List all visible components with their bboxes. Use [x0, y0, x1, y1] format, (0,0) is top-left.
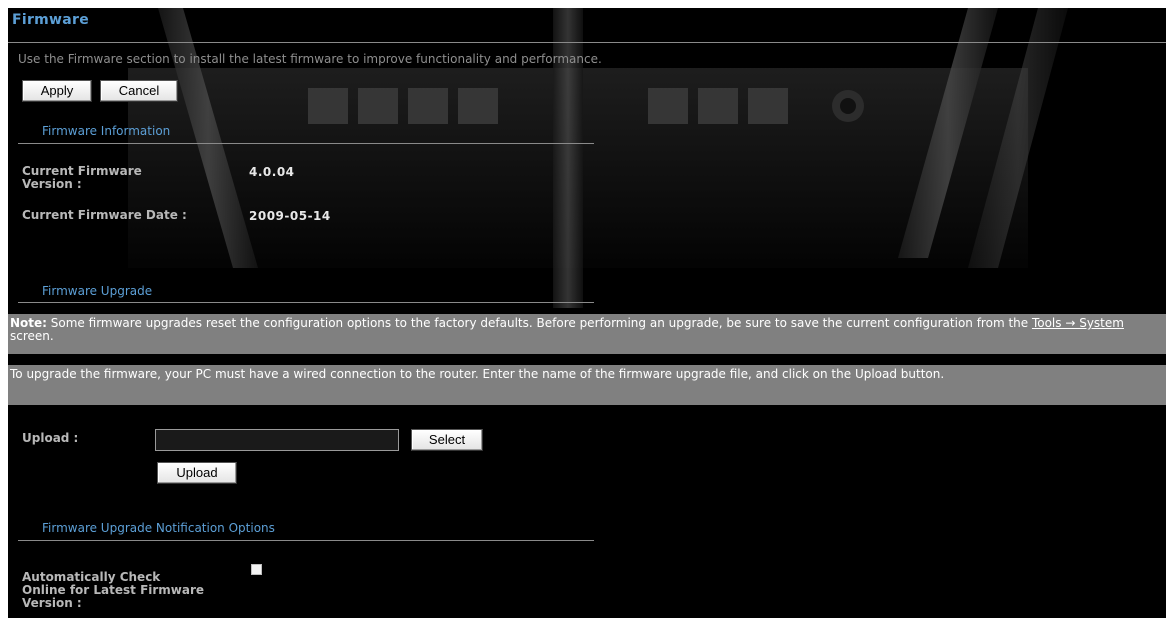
title-divider — [8, 42, 1166, 43]
note-suffix: screen. — [10, 329, 54, 343]
apply-button[interactable]: Apply — [22, 80, 92, 102]
auto-check-label: Automatically Check Online for Latest Fi… — [22, 571, 204, 610]
firmware-information-divider — [18, 143, 594, 144]
firmware-information-heading: Firmware Information — [42, 124, 171, 138]
upload-button[interactable]: Upload — [157, 462, 237, 484]
upgrade-instructions: To upgrade the firmware, your PC must ha… — [8, 365, 1166, 405]
notification-options-divider — [18, 540, 594, 541]
firmware-content: Firmware Use the Firmware section to ins… — [8, 8, 1166, 618]
auto-check-label-line3: Version : — [22, 596, 82, 610]
notification-options-heading: Firmware Upgrade Notification Options — [42, 521, 275, 535]
upload-label: Upload : — [22, 431, 79, 445]
current-date-value: 2009-05-14 — [249, 209, 331, 223]
tools-system-link[interactable]: Tools → System — [1032, 316, 1124, 330]
firmware-page: Firmware Use the Firmware section to ins… — [8, 8, 1166, 618]
note-prefix: Note: — [10, 316, 47, 330]
firmware-file-input[interactable] — [155, 429, 399, 451]
select-file-button[interactable]: Select — [411, 429, 483, 451]
current-version-label: Current Firmware Version : — [22, 165, 142, 191]
page-title: Firmware — [12, 12, 90, 28]
firmware-upgrade-divider — [18, 302, 594, 303]
current-version-value: 4.0.04 — [249, 165, 295, 179]
current-date-label: Current Firmware Date : — [22, 208, 187, 222]
firmware-upgrade-heading: Firmware Upgrade — [42, 284, 153, 298]
upgrade-note: Note: Some firmware upgrades reset the c… — [8, 314, 1166, 354]
current-version-label-line2: Version : — [22, 177, 82, 191]
intro-text: Use the Firmware section to install the … — [18, 52, 602, 66]
note-text: Some firmware upgrades reset the configu… — [46, 316, 1032, 330]
auto-check-checkbox[interactable] — [251, 564, 262, 575]
instructions-text: To upgrade the firmware, your PC must ha… — [10, 367, 945, 381]
cancel-button[interactable]: Cancel — [100, 80, 178, 102]
